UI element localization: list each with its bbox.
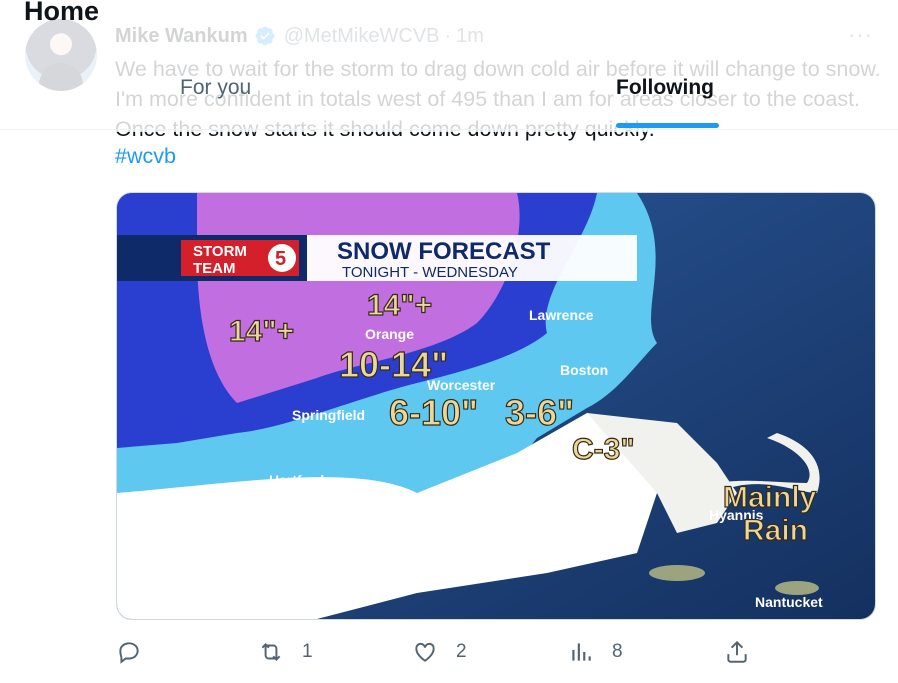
like-button[interactable]: 2 bbox=[412, 630, 467, 674]
share-icon bbox=[727, 640, 747, 663]
timeline-tabs: For you Following bbox=[0, 72, 898, 130]
city-hartford: Hartford bbox=[269, 472, 324, 488]
reply-button[interactable] bbox=[116, 630, 142, 674]
tab-following[interactable]: Following bbox=[616, 76, 714, 100]
views-icon bbox=[572, 643, 591, 661]
tweet-actions: 1 2 8 bbox=[0, 630, 898, 674]
amount-orange-north: 14"+ bbox=[367, 289, 432, 322]
tab-for-you[interactable]: For you bbox=[180, 76, 251, 100]
amount-south-shore: C-3" bbox=[572, 433, 635, 466]
verified-badge-icon bbox=[254, 25, 276, 47]
rain-label-line2: Rain bbox=[743, 514, 808, 547]
amount-west: 14"+ bbox=[229, 315, 294, 348]
views-count: 8 bbox=[612, 641, 623, 662]
tweet-media-image[interactable]: STORM TEAM 5 SNOW FORECAST TONIGHT - WED… bbox=[116, 192, 876, 620]
amount-metro: 3-6" bbox=[505, 392, 574, 433]
author-handle[interactable]: @MetMikeWCVB bbox=[284, 25, 440, 48]
city-nantucket: Nantucket bbox=[755, 594, 823, 610]
retweet-icon bbox=[261, 643, 281, 661]
city-groton: Groton bbox=[377, 565, 424, 581]
city-providence: Providence bbox=[489, 460, 565, 476]
retweet-button[interactable]: 1 bbox=[258, 630, 313, 674]
author-name[interactable]: Mike Wankum bbox=[115, 25, 248, 48]
tweet-header: Mike Wankum @MetMikeWCVB · 1m bbox=[115, 22, 484, 50]
retweet-count: 1 bbox=[302, 641, 313, 662]
brand-storm: STORM bbox=[193, 243, 247, 260]
share-button[interactable] bbox=[724, 630, 750, 674]
city-boston: Boston bbox=[560, 362, 608, 378]
amount-central: 10-14" bbox=[339, 344, 448, 385]
hashtag-link[interactable]: #wcvb bbox=[115, 144, 176, 169]
separator: · bbox=[444, 24, 452, 47]
views-button[interactable]: 8 bbox=[568, 630, 623, 674]
snow-forecast-map: STORM TEAM 5 SNOW FORECAST TONIGHT - WED… bbox=[117, 193, 875, 619]
rain-label-line1: Mainly bbox=[723, 481, 817, 514]
like-count: 2 bbox=[456, 641, 467, 662]
amount-worcester-south: 6-10" bbox=[389, 392, 478, 433]
map-title: SNOW FORECAST bbox=[337, 238, 551, 265]
page-title: Home bbox=[24, 0, 100, 26]
header-divider bbox=[0, 129, 898, 130]
brand-team: TEAM bbox=[193, 260, 236, 277]
city-lawrence: Lawrence bbox=[529, 307, 594, 323]
city-orange: Orange bbox=[365, 326, 414, 342]
timestamp[interactable]: 1m bbox=[456, 25, 484, 48]
city-springfield: Springfield bbox=[292, 407, 365, 423]
more-dots-icon[interactable]: ··· bbox=[848, 22, 874, 48]
reply-icon bbox=[119, 642, 139, 664]
heart-icon bbox=[415, 642, 435, 662]
brand-number: 5 bbox=[275, 248, 286, 270]
active-tab-indicator bbox=[616, 123, 719, 128]
map-subtitle: TONIGHT - WEDNESDAY bbox=[342, 264, 518, 281]
